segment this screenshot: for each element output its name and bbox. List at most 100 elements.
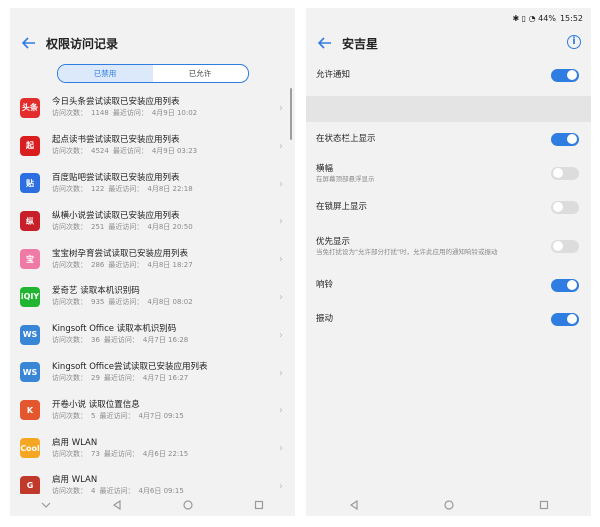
list-item[interactable]: 头条 今日头条尝试读取已安装应用列表 访问次数： 1148 最近访问： 4月9日 10:0… xyxy=(10,89,295,127)
header: 权限访问记录 xyxy=(10,28,295,58)
list-item-title: Kingsoft Office尝试读取已安装应用列表 xyxy=(52,361,208,372)
list-item-title: 启用 WLAN xyxy=(52,437,98,448)
toggle-knob xyxy=(553,202,563,212)
toggle-knob xyxy=(553,241,563,251)
toggle-switch[interactable] xyxy=(551,200,579,214)
list-item[interactable]: Cool 启用 WLAN 访问次数： 73 最近访问： 4月6日 22:15 › xyxy=(10,429,295,467)
scrollbar[interactable] xyxy=(290,88,292,140)
right-screen: ✱ ▯ ◔ 44% 15:52 安吉星 i 允许通知 在状态栏上显示 横幅 在屏幕顶部… xyxy=(306,8,591,516)
list-item-text: 纵横小说尝试读取已安装应用列表 访问次数： 251 最近访问： 4月8日 20:50 xyxy=(52,210,197,233)
chevron-right-icon: › xyxy=(279,291,283,303)
nav-recents-button[interactable] xyxy=(239,494,279,516)
list-item-title: 爱奇艺 读取本机识别码 xyxy=(52,286,140,297)
last-value: 4月7日 16:28 xyxy=(142,336,189,345)
toggle-switch[interactable] xyxy=(551,312,579,326)
tab-disabled[interactable]: 已禁用 xyxy=(57,65,153,82)
count-label: 访问次数： xyxy=(52,109,87,118)
last-label: 最近访问： xyxy=(112,147,148,156)
tab-allowed[interactable]: 已允许 xyxy=(153,65,248,82)
nav-bar xyxy=(306,494,591,516)
setting-text: 允许通知 xyxy=(316,69,350,81)
setting-row[interactable]: 允许通知 xyxy=(306,58,591,92)
list-item-title: 开卷小说 读取位置信息 xyxy=(52,399,140,410)
app-icon: WS xyxy=(20,362,40,383)
setting-row[interactable]: 优先显示 当免打扰设为"允许部分打扰"时，允许此应用的通知响铃或振动 xyxy=(306,224,591,268)
setting-label: 振动 xyxy=(316,314,334,324)
last-value: 4月8日 08:02 xyxy=(147,298,193,307)
list-item[interactable]: K 开卷小说 读取位置信息 访问次数： 5 最近访问： 4月7日 09:15 › xyxy=(10,391,295,429)
tab-bar: 已禁用 已允许 xyxy=(56,64,249,83)
last-label: 最近访问： xyxy=(103,449,139,458)
square-recents-icon xyxy=(539,500,548,510)
list-item-meta: 访问次数： 935 最近访问： 4月8日 08:02 xyxy=(52,297,197,308)
setting-row[interactable]: 横幅 在屏幕顶部悬浮显示 xyxy=(306,156,591,190)
info-icon[interactable]: i xyxy=(567,35,581,49)
toggle-switch[interactable] xyxy=(551,278,579,292)
last-value: 4月6日 22:15 xyxy=(142,449,189,458)
setting-text: 优先显示 当免打扰设为"允许部分打扰"时，允许此应用的通知响铃或振动 xyxy=(316,236,516,257)
app-icon: Cool xyxy=(20,438,40,459)
count-value: 5 xyxy=(91,411,96,420)
last-value: 4月8日 22:18 xyxy=(147,184,193,193)
count-value: 935 xyxy=(91,298,105,307)
permission-list: 头条 今日头条尝试读取已安装应用列表 访问次数： 1148 最近访问： 4月9日 10:0… xyxy=(10,89,295,505)
toggle-knob xyxy=(553,168,563,178)
list-item-text: 爱奇艺 读取本机识别码 访问次数： 935 最近访问： 4月8日 08:02 xyxy=(52,285,197,308)
back-button[interactable] xyxy=(18,32,40,54)
nav-home-button[interactable] xyxy=(168,494,208,516)
app-icon: K xyxy=(20,400,40,421)
setting-row[interactable]: 在锁屏上显示 xyxy=(306,190,591,224)
nav-home-button[interactable] xyxy=(429,494,469,516)
list-item-text: 今日头条尝试读取已安装应用列表 访问次数： 1148 最近访问： 4月9日 10:02 xyxy=(52,96,201,119)
list-item-meta: 访问次数： 36 最近访问： 4月7日 16:28 xyxy=(52,335,192,346)
list-item[interactable]: iQIY 爱奇艺 读取本机识别码 访问次数： 935 最近访问： 4月8日 08:02 › xyxy=(10,278,295,316)
chevron-right-icon: › xyxy=(279,140,283,152)
list-item[interactable]: 纵 纵横小说尝试读取已安装应用列表 访问次数： 251 最近访问： 4月8日 20:50 › xyxy=(10,202,295,240)
section-divider xyxy=(306,96,591,122)
status-bar: ✱ ▯ ◔ 44% 15:52 xyxy=(306,8,591,28)
list-item[interactable]: WS Kingsoft Office 读取本机识别码 访问次数： 36 最近访问： 4月7… xyxy=(10,316,295,354)
count-label: 访问次数： xyxy=(52,336,87,345)
chevron-right-icon: › xyxy=(279,103,283,114)
list-item[interactable]: 宝 宝宝树孕育尝试读取已安装应用列表 访问次数： 286 最近访问： 4月8日 18:27… xyxy=(10,240,295,278)
setting-description: 在屏幕顶部悬浮显示 xyxy=(316,174,375,183)
setting-row[interactable]: 在状态栏上显示 xyxy=(306,122,591,156)
chevron-right-icon: › xyxy=(279,254,283,266)
toggle-switch[interactable] xyxy=(551,68,579,82)
list-item-title: 启用 WLAN xyxy=(52,475,98,486)
count-label: 访问次数： xyxy=(52,411,87,420)
setting-label: 在状态栏上显示 xyxy=(316,134,376,144)
nav-back-button[interactable] xyxy=(97,494,137,516)
left-screen: 权限访问记录 已禁用 已允许 头条 今日头条尝试读取已安装应用列表 访问次数： 114… xyxy=(10,8,295,516)
nav-collapse-button[interactable] xyxy=(26,494,66,516)
list-item-text: 开卷小说 读取位置信息 访问次数： 5 最近访问： 4月7日 09:15 xyxy=(52,399,188,422)
count-label: 访问次数： xyxy=(52,260,87,269)
list-item-meta: 访问次数： 122 最近访问： 4月8日 22:18 xyxy=(52,184,197,195)
list-item-text: 起点读书尝试读取已安装应用列表 访问次数： 4524 最近访问： 4月9日 03:23 xyxy=(52,134,201,157)
count-value: 36 xyxy=(91,336,100,345)
list-item-meta: 访问次数： 29 最近访问： 4月7日 16:27 xyxy=(52,373,208,384)
list-item[interactable]: 起 起点读书尝试读取已安装应用列表 访问次数： 4524 最近访问： 4月9日 03:23… xyxy=(10,127,295,165)
setting-description: 当免打扰设为"允许部分打扰"时，允许此应用的通知响铃或振动 xyxy=(316,247,498,256)
back-button[interactable] xyxy=(314,32,336,54)
app-icon: 头条 xyxy=(20,97,40,118)
toggle-knob xyxy=(567,314,577,324)
back-arrow-icon xyxy=(318,37,331,49)
last-label: 最近访问： xyxy=(99,411,135,420)
nav-back-button[interactable] xyxy=(334,494,374,516)
count-value: 1148 xyxy=(91,109,109,118)
last-value: 4月7日 16:27 xyxy=(142,373,189,382)
list-item[interactable]: 贴 百度贴吧尝试读取已安装应用列表 访问次数： 122 最近访问： 4月8日 22:18 › xyxy=(10,165,295,203)
list-item[interactable]: WS Kingsoft Office尝试读取已安装应用列表 访问次数： 29 最近访问：… xyxy=(10,354,295,392)
app-icon: iQIY xyxy=(20,286,40,307)
status-time: 15:52 xyxy=(559,13,583,23)
list-item-meta: 访问次数： 73 最近访问： 4月6日 22:15 xyxy=(52,449,192,460)
toggle-switch[interactable] xyxy=(551,166,579,180)
setting-row[interactable]: 振动 xyxy=(306,302,591,336)
toggle-switch[interactable] xyxy=(551,132,579,146)
last-label: 最近访问： xyxy=(108,298,144,307)
nav-recents-button[interactable] xyxy=(524,494,564,516)
toggle-switch[interactable] xyxy=(551,239,579,253)
setting-row[interactable]: 响铃 xyxy=(306,268,591,302)
list-item-meta: 访问次数： 251 最近访问： 4月8日 20:50 xyxy=(52,222,197,233)
